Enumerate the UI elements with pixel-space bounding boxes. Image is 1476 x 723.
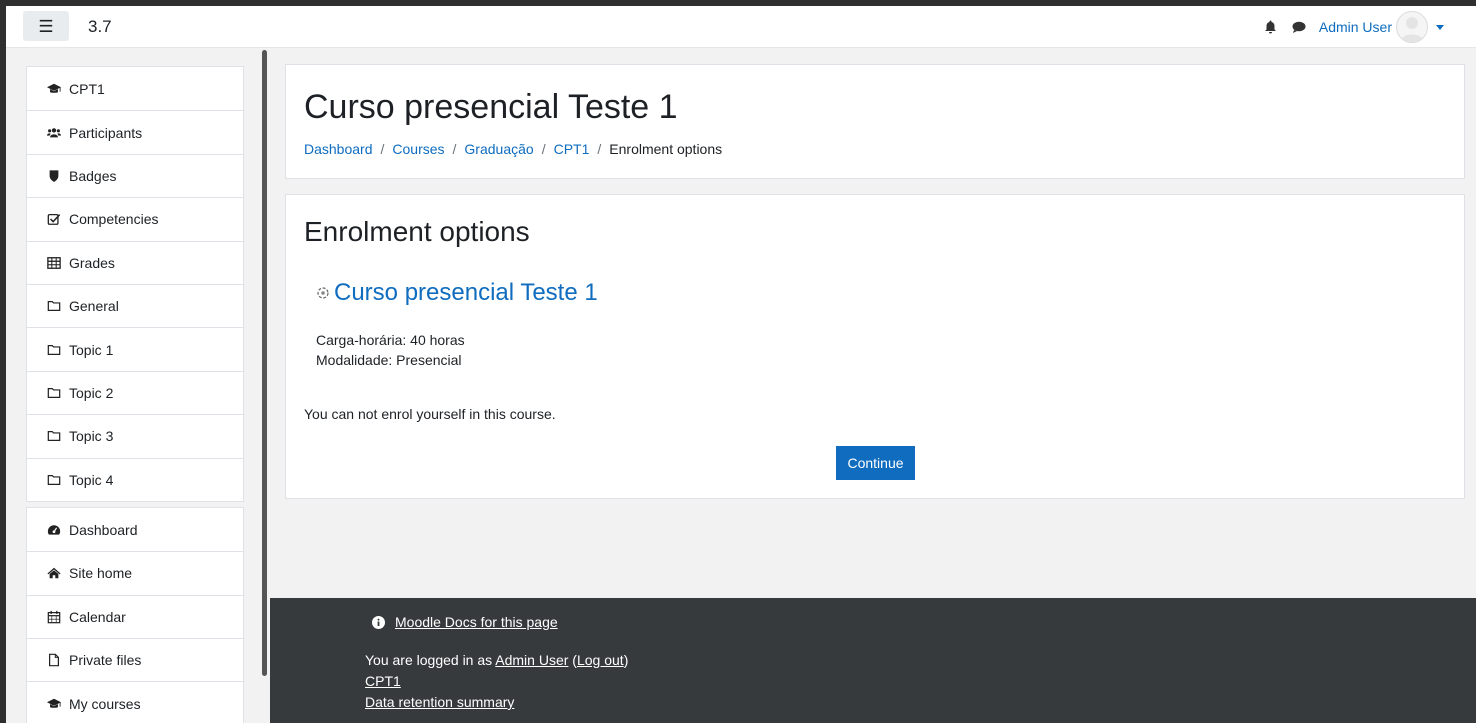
breadcrumb-separator: / (597, 140, 602, 157)
avatar[interactable] (1396, 11, 1428, 43)
page-frame: ☰ 3.7 Admin User CPT1 Participants Badge… (6, 6, 1476, 723)
graduation-cap-icon (47, 83, 61, 93)
login-info: You are logged in as Admin User (Log out… (365, 650, 628, 713)
breadcrumb-separator: / (541, 140, 546, 157)
nav-item-private-files[interactable]: Private files (27, 638, 243, 681)
nav-item-calendar[interactable]: Calendar (27, 594, 243, 638)
docs-row: Moodle Docs for this page (372, 614, 558, 630)
nav-item-grades[interactable]: Grades (27, 240, 243, 284)
nav-item-label: Grades (69, 254, 115, 271)
nav-item-label: Topic 2 (69, 384, 114, 401)
nav-item-competencies[interactable]: Competencies (27, 197, 243, 240)
hamburger-icon: ☰ (38, 16, 54, 36)
folder-icon (47, 431, 61, 442)
breadcrumb-courses[interactable]: Courses (392, 141, 444, 157)
breadcrumb-separator: / (452, 140, 457, 157)
breadcrumb: Dashboard / Courses / Graduação / CPT1 /… (304, 141, 1446, 157)
moodle-docs-link[interactable]: Moodle Docs for this page (395, 614, 558, 630)
site-nav-group: Dashboard Site home Calendar Private fil… (26, 506, 244, 723)
chevron-down-icon[interactable] (1436, 24, 1444, 30)
folder-icon (47, 387, 61, 398)
check-square-icon (47, 214, 61, 226)
user-menu-area: Admin User (1263, 6, 1476, 48)
user-name-link[interactable]: Admin User (1319, 19, 1392, 35)
nav-item-topic-3[interactable]: Topic 3 (27, 414, 243, 457)
enrolment-card: Enrolment options Curso presencial Teste… (285, 194, 1465, 499)
nav-item-participants[interactable]: Participants (27, 110, 243, 153)
enrol-notice: You can not enrol yourself in this cours… (304, 405, 556, 422)
drawer-toggle-button[interactable]: ☰ (23, 11, 69, 41)
top-navbar: ☰ 3.7 Admin User (6, 6, 1476, 48)
course-title-row: Curso presencial Teste 1 (316, 279, 1446, 307)
nav-item-label: Site home (69, 565, 133, 582)
table-icon (47, 256, 61, 269)
nav-item-label: General (69, 298, 119, 315)
course-icon (317, 286, 329, 299)
main-region: Curso presencial Teste 1 Dashboard / Cou… (285, 64, 1465, 499)
users-icon (47, 127, 61, 137)
folder-icon (47, 301, 61, 312)
breadcrumb-cpt1[interactable]: CPT1 (554, 141, 590, 157)
nav-item-label: Competencies (69, 211, 159, 228)
message-icon[interactable] (1291, 19, 1307, 35)
calendar-icon (47, 610, 61, 624)
nav-item-site-home[interactable]: Site home (27, 551, 243, 594)
bell-icon[interactable] (1263, 19, 1279, 35)
shield-icon (49, 170, 59, 182)
nav-item-label: Badges (69, 167, 117, 184)
section-heading: Enrolment options (304, 216, 530, 247)
footer-user-link[interactable]: Admin User (495, 652, 568, 668)
nav-item-my-courses[interactable]: My courses (27, 681, 243, 723)
breadcrumb-separator: / (380, 140, 385, 157)
summary-workload: Carga-horária: 40 horas (316, 331, 465, 348)
logged-in-text: You are logged in as (365, 652, 496, 668)
nav-item-label: CPT1 (69, 80, 105, 97)
course-nav-group: CPT1 Participants Badges Competencies Gr… (26, 66, 244, 502)
nav-item-label: Dashboard (69, 521, 138, 538)
nav-drawer: CPT1 Participants Badges Competencies Gr… (26, 66, 244, 723)
page-footer: Moodle Docs for this page You are logged… (270, 598, 1476, 723)
course-name-link[interactable]: Curso presencial Teste 1 (334, 279, 598, 307)
nav-item-general[interactable]: General (27, 283, 243, 327)
folder-icon (47, 474, 61, 485)
page-title: Curso presencial Teste 1 (304, 88, 678, 126)
graduation-cap-icon (47, 698, 61, 708)
nav-item-label: Topic 3 (69, 428, 114, 445)
breadcrumb-current: Enrolment options (609, 140, 723, 157)
nav-item-label: Topic 1 (69, 341, 114, 358)
logged-in-line: You are logged in as Admin User (Log out… (365, 650, 628, 671)
nav-item-topic-2[interactable]: Topic 2 (27, 370, 243, 414)
summary-modality: Modalidade: Presencial (316, 351, 462, 368)
breadcrumb-graduacao[interactable]: Graduação (464, 141, 533, 157)
nav-item-topic-4[interactable]: Topic 4 (27, 457, 243, 501)
info-icon (372, 615, 385, 629)
nav-item-label: Participants (69, 124, 143, 141)
nav-item-dashboard[interactable]: Dashboard (27, 508, 243, 551)
paren-close: ) (623, 652, 629, 668)
page-header: Curso presencial Teste 1 Dashboard / Cou… (285, 64, 1465, 179)
continue-button[interactable]: Continue (836, 446, 915, 480)
site-name[interactable]: 3.7 (88, 17, 112, 37)
home-icon (47, 568, 61, 579)
drawer-scrollbar[interactable] (262, 50, 267, 676)
data-retention-link[interactable]: Data retention summary (365, 694, 514, 710)
nav-item-cpt1[interactable]: CPT1 (27, 67, 243, 110)
nav-item-label: My courses (69, 695, 141, 712)
course-summary: Carga-horária: 40 horas Modalidade: Pres… (316, 330, 1446, 370)
footer-course-link[interactable]: CPT1 (365, 673, 401, 689)
nav-item-label: Calendar (69, 608, 126, 625)
nav-item-topic-1[interactable]: Topic 1 (27, 327, 243, 370)
breadcrumb-dashboard[interactable]: Dashboard (304, 141, 373, 157)
dashboard-icon (47, 524, 61, 535)
folder-icon (47, 344, 61, 355)
nav-item-label: Topic 4 (69, 471, 114, 488)
logout-link[interactable]: Log out (577, 652, 624, 668)
nav-item-badges[interactable]: Badges (27, 153, 243, 197)
file-icon (49, 653, 59, 667)
nav-item-label: Private files (69, 652, 142, 669)
